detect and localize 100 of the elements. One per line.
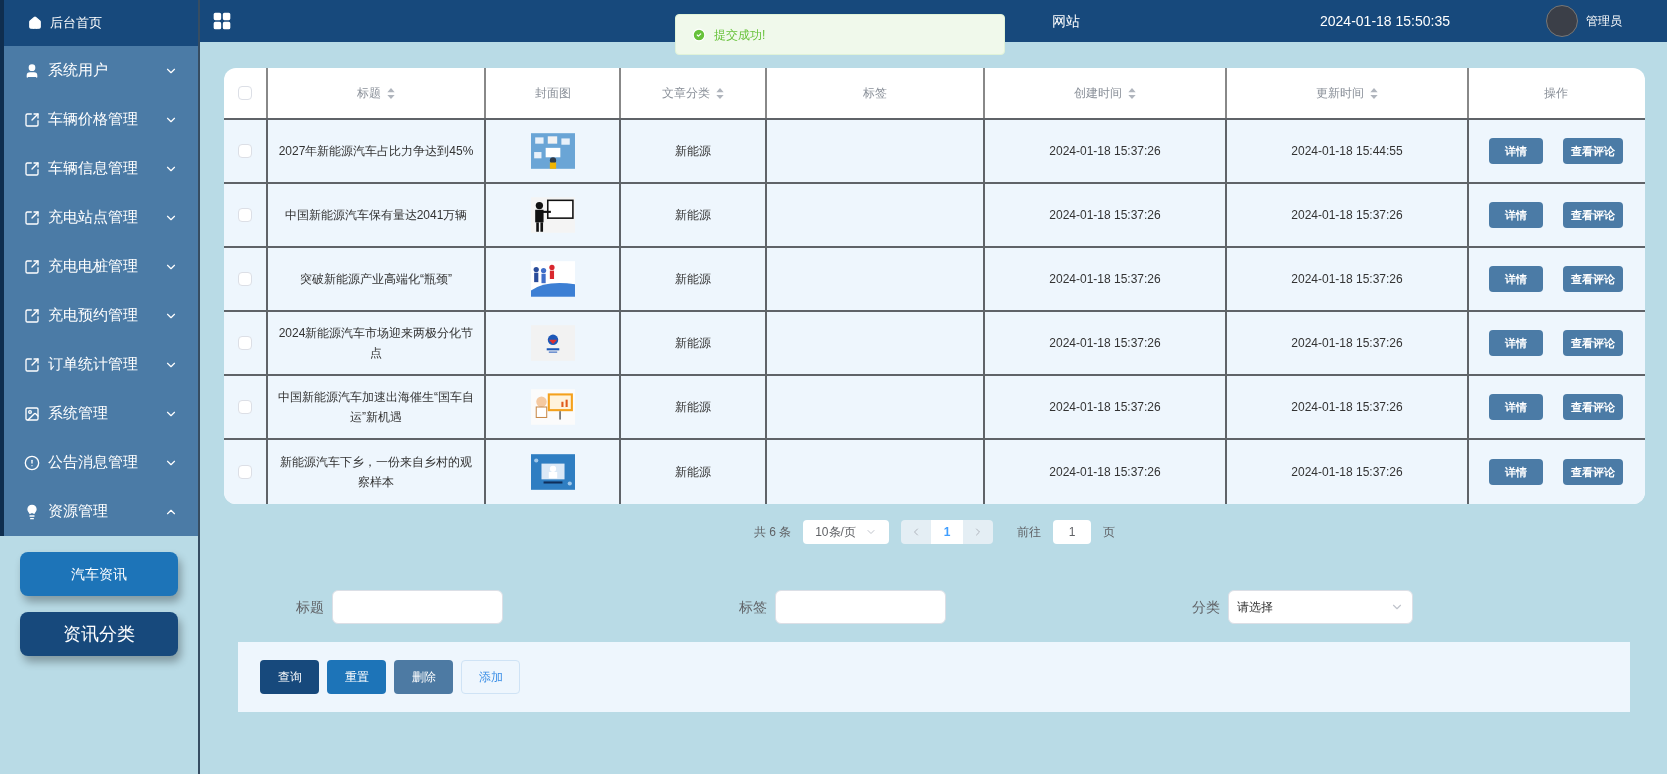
table-cell-text: 2024-01-18 15:37:26 — [1291, 271, 1403, 288]
table-cell-text: 2024-01-18 15:37:26 — [1049, 399, 1161, 416]
sort-icon[interactable] — [716, 87, 724, 99]
column-header: 标签 — [767, 68, 985, 118]
lightbulb-icon — [24, 503, 40, 520]
table-cell-text: 新能源 — [675, 399, 711, 416]
row-checkbox[interactable] — [238, 400, 252, 414]
action-button[interactable]: 重置 — [327, 660, 386, 694]
field-label: 分类 — [1192, 597, 1220, 617]
details-button[interactable]: 详情 — [1489, 202, 1543, 228]
success-toast: 提交成功! — [675, 14, 1005, 55]
document-icon — [24, 258, 40, 275]
row-checkbox[interactable] — [238, 208, 252, 222]
user-icon — [24, 62, 40, 79]
document-icon — [24, 160, 40, 177]
column-header[interactable]: 创建时间 — [985, 68, 1227, 118]
sidebar-menu-item[interactable]: 车辆价格管理 — [4, 95, 198, 144]
action-button[interactable]: 删除 — [394, 660, 453, 694]
document-icon — [24, 111, 40, 128]
sidebar-menu-item[interactable]: 充电电桩管理 — [4, 242, 198, 291]
column-header[interactable]: 标题 — [268, 68, 486, 118]
next-page-button[interactable] — [963, 520, 994, 544]
page-number-button[interactable]: 1 — [931, 520, 964, 544]
table-cell-text: 2024-01-18 15:37:26 — [1049, 464, 1161, 481]
details-button[interactable]: 详情 — [1489, 138, 1543, 164]
table-cell-text: 2024-01-18 15:37:26 — [1291, 464, 1403, 481]
table-cell-text: 新能源 — [675, 207, 711, 224]
sidebar-menu-item[interactable]: 公告消息管理 — [4, 438, 198, 487]
view-comments-button[interactable]: 查看评论 — [1563, 138, 1623, 164]
table-cell-text: 2024-01-18 15:44:55 — [1291, 143, 1403, 160]
sidebar-menu-item[interactable]: 充电站点管理 — [4, 193, 198, 242]
details-button[interactable]: 详情 — [1489, 330, 1543, 356]
sidebar-menu-item[interactable]: 车辆信息管理 — [4, 144, 198, 193]
row-checkbox[interactable] — [238, 144, 252, 158]
select-all-checkbox[interactable] — [238, 86, 252, 100]
sidebar-menu-item[interactable]: 系统管理 — [4, 389, 198, 438]
column-header[interactable]: 文章分类 — [621, 68, 767, 118]
submenu-button[interactable]: 汽车资讯 — [20, 552, 178, 596]
table-cell-text: 新能源汽车下乡，一份来自乡村的观察样本 — [279, 454, 473, 491]
sort-icon[interactable] — [1128, 87, 1136, 99]
table-cell-text: 2024-01-18 15:37:26 — [1291, 335, 1403, 352]
home-icon — [28, 16, 42, 30]
table-cell-text: 突破新能源产业高端化“瓶颈” — [300, 271, 452, 288]
previous-page-button[interactable] — [901, 520, 932, 544]
avatar — [1546, 5, 1578, 37]
table-cell-text: 新能源 — [675, 143, 711, 160]
category-select[interactable]: 请选择 — [1228, 590, 1413, 624]
user-name: 管理员 — [1586, 13, 1622, 30]
details-button[interactable]: 详情 — [1489, 459, 1543, 485]
page-size-select[interactable]: 10条/页 — [803, 520, 890, 544]
submenu-button[interactable]: 资讯分类 — [20, 612, 178, 656]
grid-menu-icon[interactable] — [212, 11, 232, 31]
details-button[interactable]: 详情 — [1489, 266, 1543, 292]
table-cell-text: 新能源 — [675, 271, 711, 288]
table-cell-text: 2024-01-18 15:37:26 — [1291, 399, 1403, 416]
table-cell-text: 新能源 — [675, 464, 711, 481]
table-cell-text: 中国新能源汽车加速出海催生“国车自运”新机遇 — [277, 389, 475, 426]
table-cell-text: 2024-01-18 15:37:26 — [1049, 207, 1161, 224]
total-count: 共 6 条 — [753, 524, 792, 541]
view-comments-button[interactable]: 查看评论 — [1563, 459, 1623, 485]
site-title: 网站 — [1052, 11, 1080, 31]
action-button[interactable]: 添加 — [461, 660, 520, 694]
row-checkbox[interactable] — [238, 465, 252, 479]
field-label: 标签 — [739, 597, 767, 617]
sort-icon[interactable] — [1370, 87, 1378, 99]
document-icon — [24, 209, 40, 226]
column-header[interactable]: 更新时间 — [1227, 68, 1469, 118]
document-icon — [24, 356, 40, 373]
row-checkbox[interactable] — [238, 272, 252, 286]
goto-page-field[interactable]: 1 — [1053, 520, 1092, 544]
document-icon — [24, 307, 40, 324]
input-field[interactable] — [332, 590, 503, 624]
action-button[interactable]: 查询 — [260, 660, 319, 694]
table-cell-text: 2024新能源汽车市场迎来两极分化节点 — [277, 325, 475, 362]
sort-icon[interactable] — [387, 87, 395, 99]
table-cell-text: 中国新能源汽车保有量达2041万辆 — [284, 207, 468, 224]
alert-icon — [24, 454, 40, 471]
view-comments-button[interactable]: 查看评论 — [1563, 394, 1623, 420]
table-cell-text: 2024-01-18 15:37:26 — [1291, 207, 1403, 224]
details-button[interactable]: 详情 — [1489, 394, 1543, 420]
image-icon — [24, 405, 40, 422]
view-comments-button[interactable]: 查看评论 — [1563, 202, 1623, 228]
row-checkbox[interactable] — [238, 336, 252, 350]
column-header: 操作 — [1543, 85, 1569, 102]
page-suffix: 页 — [1103, 524, 1116, 541]
header-datetime: 2024-01-18 15:50:35 — [1320, 11, 1450, 31]
view-comments-button[interactable]: 查看评论 — [1563, 330, 1623, 356]
input-field[interactable] — [775, 590, 946, 624]
table-cell-text: 2024-01-18 15:37:26 — [1049, 143, 1161, 160]
column-header: 封面图 — [486, 68, 621, 118]
table-cell-text: 2024-01-18 15:37:26 — [1049, 335, 1161, 352]
home-menu-item[interactable]: 后台首页 — [0, 0, 198, 46]
table-cell-text: 2024-01-18 15:37:26 — [1049, 271, 1161, 288]
sidebar-menu-item[interactable]: 系统用户 — [4, 46, 198, 95]
sidebar-menu-item[interactable]: 订单统计管理 — [4, 340, 198, 389]
goto-label: 前往 — [1017, 524, 1042, 541]
view-comments-button[interactable]: 查看评论 — [1563, 266, 1623, 292]
field-label: 标题 — [296, 597, 324, 617]
sidebar-menu-item[interactable]: 充电预约管理 — [4, 291, 198, 340]
table-cell-text: 2027年新能源汽车占比力争达到45% — [278, 143, 474, 160]
